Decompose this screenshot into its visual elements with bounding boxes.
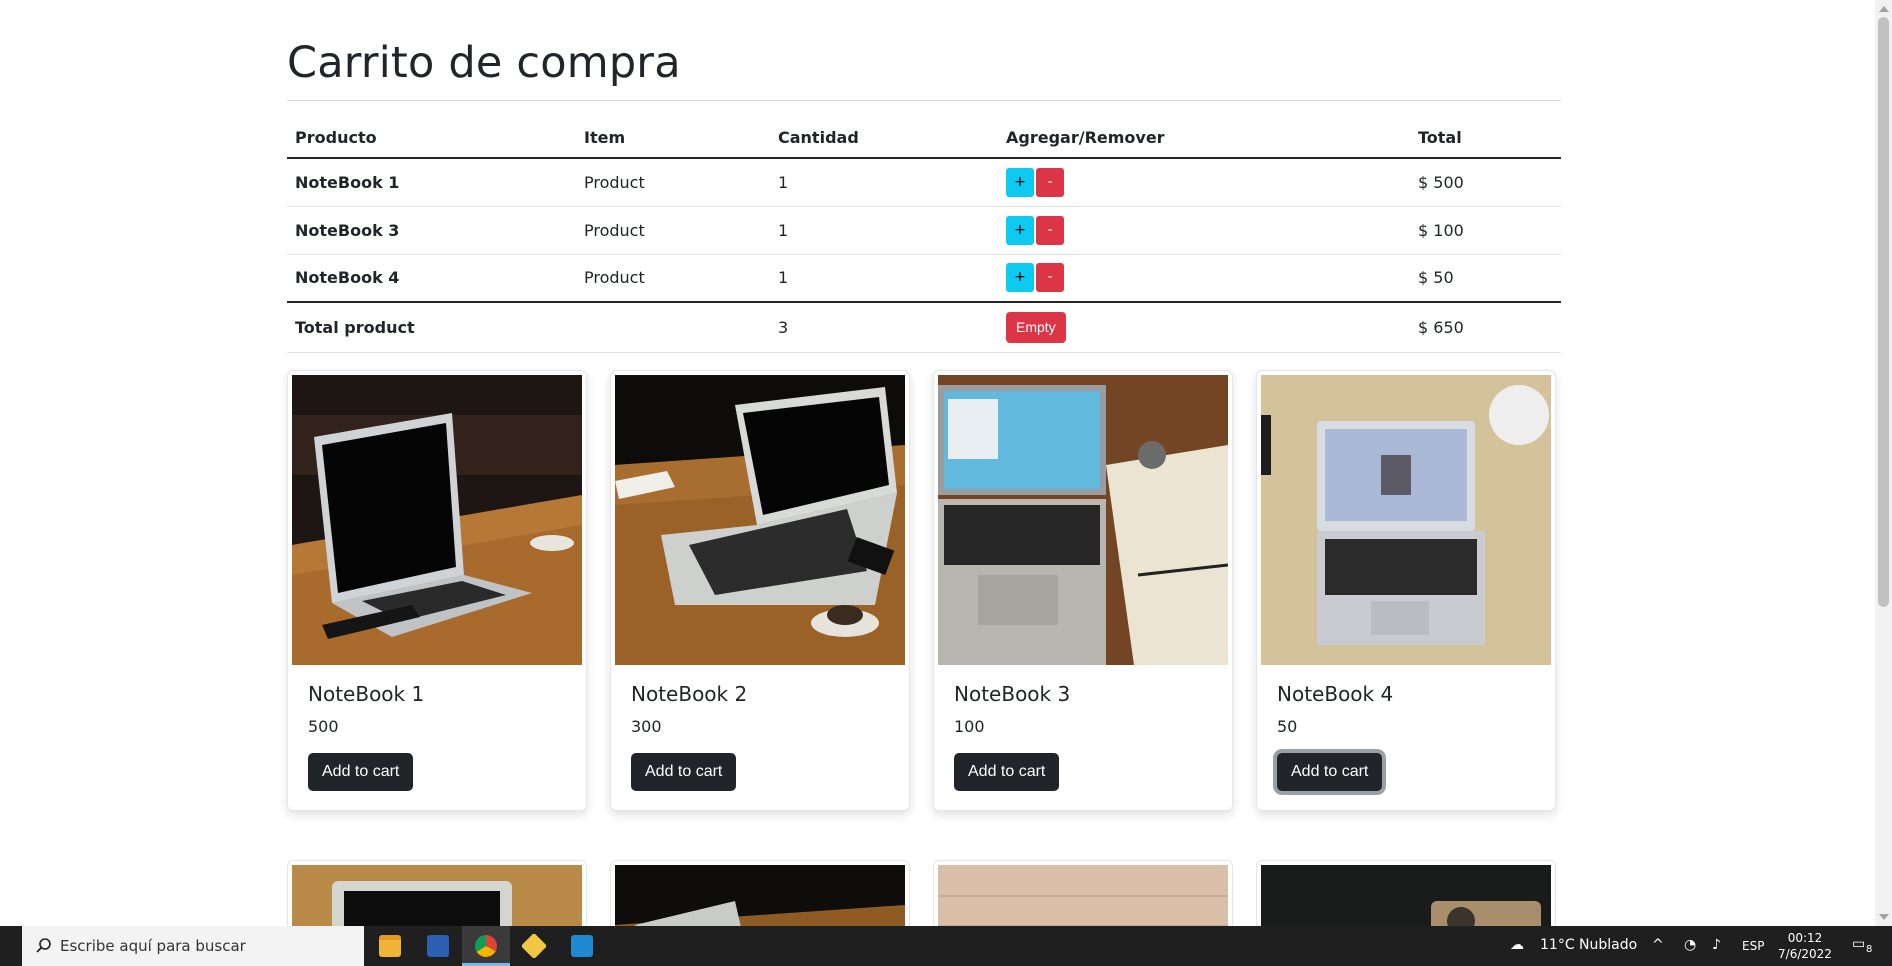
header-cantidad: Cantidad [770, 118, 998, 159]
notification-count: 8 [1866, 944, 1873, 955]
weather-text[interactable]: 11°C Nublado [1540, 937, 1637, 953]
increase-button[interactable]: + [1006, 263, 1034, 293]
scroll-up-arrow-icon[interactable] [1879, 6, 1889, 12]
product-image [615, 375, 905, 665]
product-price: 300 [631, 717, 662, 736]
header-item: Item [576, 118, 770, 159]
page-title: Carrito de compra [287, 38, 681, 88]
header-producto: Producto [287, 118, 576, 159]
product-card: NoteBook 3 100 Add to cart [933, 370, 1233, 811]
product-image [1261, 375, 1551, 665]
cart-row: NoteBook 4 Product 1 + - $ 50 [287, 254, 1561, 303]
product-card [287, 860, 587, 926]
cart-row-total: $ 50 [1410, 254, 1561, 303]
product-image [292, 865, 582, 926]
product-image [1261, 865, 1551, 926]
product-card [933, 860, 1233, 926]
product-image [615, 865, 905, 926]
add-to-cart-button[interactable]: Add to cart [631, 753, 737, 791]
browser-page: Carrito de compra Producto Item Cantidad… [0, 0, 1892, 926]
clock-date: 7/6/2022 [1778, 947, 1832, 961]
product-name: NoteBook 4 [1277, 682, 1394, 706]
system-clock[interactable]: 00:12 7/6/2022 [1770, 930, 1840, 962]
cart-row-actions: + - [998, 206, 1410, 255]
product-image [292, 375, 582, 665]
word-icon[interactable] [414, 926, 462, 966]
total-empty-cell [576, 301, 770, 353]
add-to-cart-button[interactable]: Add to cart [954, 753, 1060, 791]
volume-icon[interactable]: ♪ [1712, 937, 1721, 953]
add-to-cart-button[interactable]: Add to cart [308, 753, 414, 791]
cart-row-total: $ 500 [1410, 158, 1561, 207]
increase-button[interactable]: + [1006, 167, 1034, 197]
decrease-button[interactable]: - [1036, 263, 1064, 293]
chrome-icon[interactable] [462, 926, 510, 966]
product-name: NoteBook 2 [631, 682, 748, 706]
cart-row-qty: 1 [770, 254, 998, 303]
cart-row-qty: 1 [770, 158, 998, 207]
cart-row-item: Product [576, 158, 770, 207]
cart-row-product: NoteBook 1 [287, 158, 576, 207]
empty-cart-button[interactable]: Empty [1006, 311, 1066, 343]
title-divider [287, 100, 1561, 101]
product-price: 100 [954, 717, 985, 736]
search-icon [36, 937, 52, 957]
taskbar-search-box[interactable]: Escribe aquí para buscar [22, 926, 364, 966]
product-price: 50 [1277, 717, 1298, 736]
product-card [1256, 860, 1556, 926]
product-card: NoteBook 1 500 Add to cart [287, 370, 587, 811]
cart-row-product: NoteBook 4 [287, 254, 576, 303]
total-product-label: Total product [287, 301, 576, 353]
windows-taskbar: Escribe aquí para buscar ☁ 11°C Nublado … [0, 926, 1892, 966]
cart-row-product: NoteBook 3 [287, 206, 576, 255]
total-amount: $ 650 [1410, 301, 1561, 353]
product-card [610, 860, 910, 926]
search-placeholder: Escribe aquí para buscar [60, 937, 246, 955]
total-qty: 3 [770, 301, 998, 353]
add-to-cart-button[interactable]: Add to cart [1277, 753, 1383, 791]
cart-row-item: Product [576, 254, 770, 303]
cart-table: Producto Item Cantidad Agregar/Remover T… [287, 118, 1561, 353]
product-name: NoteBook 1 [308, 682, 425, 706]
header-total: Total [1410, 118, 1561, 159]
cart-row-qty: 1 [770, 206, 998, 255]
network-icon[interactable]: ◔ [1684, 937, 1696, 953]
header-agregar-remover: Agregar/Remover [998, 118, 1410, 159]
total-actions: Empty [998, 301, 1410, 353]
cart-row-total: $ 100 [1410, 206, 1561, 255]
cart-row-actions: + - [998, 254, 1410, 303]
weather-icon[interactable]: ☁ [1510, 937, 1524, 953]
decrease-button[interactable]: - [1036, 215, 1064, 245]
product-card: NoteBook 4 50 Add to cart [1256, 370, 1556, 811]
vertical-scrollbar[interactable] [1875, 0, 1892, 926]
cart-total-row: Total product 3 Empty $ 650 [287, 301, 1561, 353]
cart-row-actions: + - [998, 158, 1410, 207]
cart-header-row: Producto Item Cantidad Agregar/Remover T… [287, 118, 1561, 159]
notifications-icon[interactable]: ▭ [1852, 936, 1865, 952]
scroll-down-arrow-icon[interactable] [1879, 914, 1889, 920]
git-icon[interactable] [510, 926, 558, 966]
product-name: NoteBook 3 [954, 682, 1071, 706]
clock-time: 00:12 [1787, 931, 1823, 945]
product-image [938, 375, 1228, 665]
language-indicator[interactable]: ESP [1742, 939, 1764, 953]
scrollbar-thumb[interactable] [1878, 17, 1889, 607]
product-card: NoteBook 2 300 Add to cart [610, 370, 910, 811]
cart-row: NoteBook 1 Product 1 + - $ 500 [287, 158, 1561, 207]
product-price: 500 [308, 717, 339, 736]
decrease-button[interactable]: - [1036, 167, 1064, 197]
cart-row-item: Product [576, 206, 770, 255]
cart-row: NoteBook 3 Product 1 + - $ 100 [287, 206, 1561, 255]
increase-button[interactable]: + [1006, 215, 1034, 245]
file-explorer-icon[interactable] [366, 926, 414, 966]
vscode-icon[interactable] [558, 926, 606, 966]
show-hidden-icons-chevron-icon[interactable]: ^ [1652, 937, 1664, 953]
product-image [938, 865, 1228, 926]
